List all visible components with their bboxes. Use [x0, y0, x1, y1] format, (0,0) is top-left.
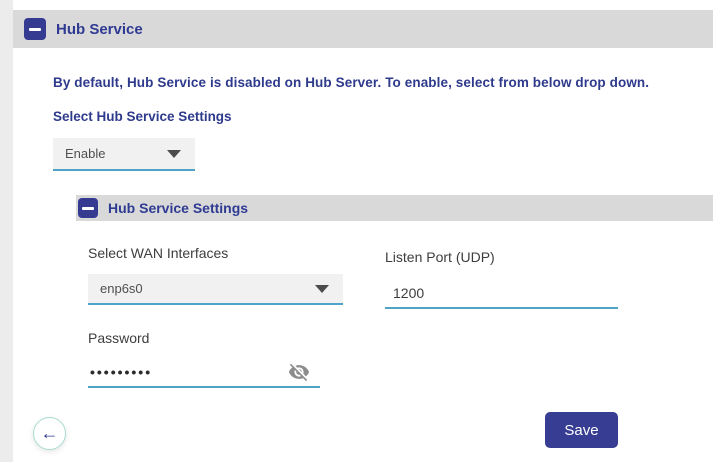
- password-label: Password: [88, 330, 149, 346]
- hub-service-settings-header: Hub Service Settings: [76, 195, 713, 221]
- chevron-down-icon: [315, 285, 329, 293]
- service-select-label: Select Hub Service Settings: [53, 109, 232, 124]
- save-button[interactable]: Save: [545, 412, 618, 448]
- listen-port-field: [385, 278, 618, 309]
- wan-interfaces-dropdown[interactable]: enp6s0: [88, 274, 343, 305]
- hub-service-panel: Hub Service By default, Hub Service is d…: [13, 0, 713, 462]
- wan-interfaces-value: enp6s0: [88, 281, 315, 296]
- hub-service-description: By default, Hub Service is disabled on H…: [53, 75, 693, 90]
- listen-port-input[interactable]: [385, 285, 618, 301]
- hub-service-enable-dropdown[interactable]: Enable: [53, 138, 195, 171]
- password-input[interactable]: [88, 364, 287, 380]
- settings-title: Hub Service Settings: [108, 200, 248, 216]
- eye-off-icon: [288, 361, 310, 383]
- hub-service-header: Hub Service: [13, 10, 713, 48]
- panel-title: Hub Service: [56, 21, 143, 38]
- collapse-minus-icon[interactable]: [78, 198, 98, 218]
- wan-interfaces-label: Select WAN Interfaces: [88, 245, 228, 261]
- arrow-left-icon: ←: [41, 424, 59, 442]
- password-field: [88, 357, 320, 388]
- listen-port-label: Listen Port (UDP): [385, 249, 495, 265]
- toggle-password-button[interactable]: [287, 361, 311, 383]
- collapse-minus-icon[interactable]: [24, 18, 46, 40]
- hub-service-enable-value: Enable: [53, 146, 167, 161]
- back-button[interactable]: ←: [33, 417, 66, 450]
- chevron-down-icon: [167, 150, 181, 158]
